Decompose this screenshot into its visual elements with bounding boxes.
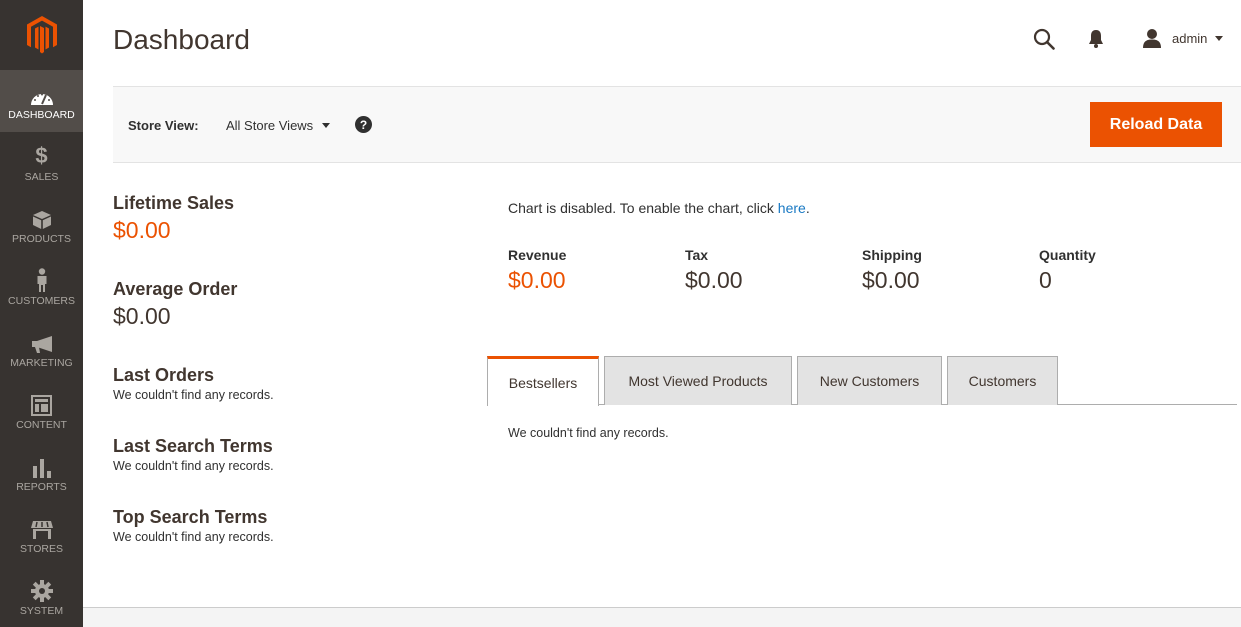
reload-data-button[interactable]: Reload Data xyxy=(1090,102,1222,147)
total-value: $0.00 xyxy=(685,267,743,293)
store-view-select[interactable]: All Store Views xyxy=(226,118,331,133)
sidebar-item-label: Stores xyxy=(20,542,63,555)
average-order: Average Order $0.00 xyxy=(113,279,433,365)
dashboard-left-column: Lifetime Sales $0.00 Average Order $0.00… xyxy=(113,193,433,578)
total-shipping: Shipping $0.00 xyxy=(862,247,1039,294)
lifetime-sales-title: Lifetime Sales xyxy=(113,193,235,213)
top-search-terms-section: Top Search Terms We couldn't find any re… xyxy=(113,507,433,578)
admin-username: admin xyxy=(1172,30,1208,46)
chevron-down-icon xyxy=(322,123,331,128)
total-revenue: Revenue $0.00 xyxy=(508,247,685,294)
empty-message: We couldn't find any records. xyxy=(113,388,274,402)
sidebar-item-label: System xyxy=(19,604,64,617)
sidebar-item-products[interactable]: Products xyxy=(0,194,83,256)
sidebar-item-content[interactable]: Content xyxy=(0,380,83,442)
chart-message-suffix: . xyxy=(805,200,810,216)
dollar-icon: $ xyxy=(35,142,48,168)
lifetime-sales: Lifetime Sales $0.00 xyxy=(113,193,433,279)
store-view-bar: Store View: All Store Views ? Reload Dat… xyxy=(113,86,1241,163)
section-title: Last Search Terms xyxy=(113,436,273,456)
sidebar-item-stores[interactable]: Stores xyxy=(0,504,83,566)
gear-icon xyxy=(30,578,53,602)
total-value: 0 xyxy=(1039,267,1052,293)
total-label: Quantity xyxy=(1039,247,1096,263)
store-view-selected: All Store Views xyxy=(226,118,314,133)
lifetime-sales-value: $0.00 xyxy=(113,217,171,243)
dashboard-tabs: Bestsellers Most Viewed Products New Cus… xyxy=(487,356,1237,406)
tab-new-customers[interactable]: New Customers xyxy=(797,356,942,405)
tab-most-viewed-products[interactable]: Most Viewed Products xyxy=(604,356,792,405)
page-footer xyxy=(83,607,1241,627)
sidebar-item-label: Dashboard xyxy=(8,108,75,121)
sidebar-item-marketing[interactable]: Marketing xyxy=(0,318,83,380)
sidebar-item-label: Customers xyxy=(8,294,75,307)
total-tax: Tax $0.00 xyxy=(685,247,862,294)
total-label: Revenue xyxy=(508,247,567,263)
chart-message-text: Chart is disabled. To enable the chart, … xyxy=(508,200,778,216)
bell-icon xyxy=(1089,30,1103,48)
sidebar-item-dashboard[interactable]: Dashboard xyxy=(0,70,83,132)
magento-logo[interactable] xyxy=(0,0,83,70)
last-search-terms-section: Last Search Terms We couldn't find any r… xyxy=(113,436,433,507)
sidebar-item-label: Reports xyxy=(16,480,67,493)
notifications-button[interactable] xyxy=(1087,29,1105,49)
sidebar-item-sales[interactable]: $ Sales xyxy=(0,132,83,194)
chevron-down-icon xyxy=(1215,35,1224,41)
empty-message: We couldn't find any records. xyxy=(113,459,274,473)
megaphone-icon xyxy=(31,330,53,354)
tab-customers[interactable]: Customers xyxy=(947,356,1058,405)
average-order-value: $0.00 xyxy=(113,303,171,329)
magento-logo-icon xyxy=(26,16,57,54)
dashboard-totals: Revenue $0.00 Tax $0.00 Shipping $0.00 Q… xyxy=(508,247,1216,294)
chart-disabled-message: Chart is disabled. To enable the chart, … xyxy=(508,200,810,216)
store-view-label: Store View: xyxy=(128,118,199,133)
empty-message: We couldn't find any records. xyxy=(113,530,274,544)
dashboard-icon xyxy=(30,82,54,106)
sidebar-item-label: Products xyxy=(12,232,71,245)
last-orders-section: Last Orders We couldn't find any records… xyxy=(113,365,433,436)
storefront-icon xyxy=(30,516,54,540)
bar-chart-icon xyxy=(32,454,52,478)
page-title: Dashboard xyxy=(113,24,250,55)
box-icon xyxy=(32,206,52,230)
tab-content-empty-message: We couldn't find any records. xyxy=(508,426,669,440)
average-order-title: Average Order xyxy=(113,279,238,299)
total-label: Shipping xyxy=(862,247,922,263)
admin-user-menu[interactable]: admin xyxy=(1142,28,1224,48)
sidebar-item-label: Content xyxy=(16,418,67,431)
sidebar-item-system[interactable]: System xyxy=(0,566,83,627)
section-title: Top Search Terms xyxy=(113,507,268,527)
section-title: Last Orders xyxy=(113,365,215,385)
sidebar-item-reports[interactable]: Reports xyxy=(0,442,83,504)
total-label: Tax xyxy=(685,247,709,263)
sidebar-item-label: Sales xyxy=(24,170,59,183)
total-value: $0.00 xyxy=(862,267,920,293)
total-quantity: Quantity 0 xyxy=(1039,247,1216,294)
search-icon xyxy=(1033,28,1055,50)
sidebar-item-customers[interactable]: Customers xyxy=(0,256,83,318)
sidebar-item-label: Marketing xyxy=(10,356,73,369)
tab-bestsellers[interactable]: Bestsellers xyxy=(487,356,599,406)
enable-chart-link[interactable]: here xyxy=(778,200,806,216)
layout-icon xyxy=(31,392,52,416)
help-icon[interactable]: ? xyxy=(355,116,372,133)
person-icon xyxy=(36,267,48,292)
sidebar: Dashboard $ Sales Products Customers Mar… xyxy=(0,0,83,627)
search-button[interactable] xyxy=(1033,28,1055,50)
user-icon xyxy=(1143,29,1161,48)
total-value: $0.00 xyxy=(508,267,566,293)
